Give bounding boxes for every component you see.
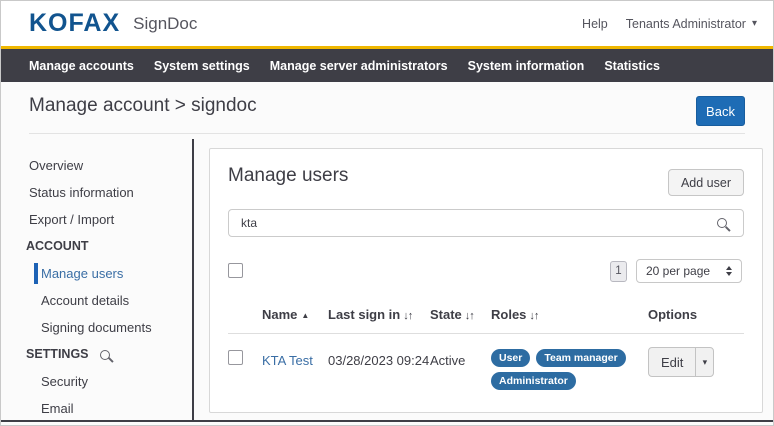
search-input[interactable] [229, 210, 743, 236]
user-menu-label: Tenants Administrator [626, 17, 746, 31]
table-header-divider [228, 333, 744, 334]
column-header-options-label: Options [648, 307, 697, 322]
top-header: KOFAX SignDoc Help Tenants Administrator… [1, 1, 773, 46]
column-header-last-sign-in[interactable]: Last sign in↓↑ [328, 307, 430, 322]
role-badge-user: User [491, 349, 530, 367]
sidebar-item-export-import[interactable]: Export / Import [1, 206, 193, 233]
state-cell: Active [430, 341, 491, 368]
column-header-state-label: State [430, 307, 462, 322]
app-window: KOFAX SignDoc Help Tenants Administrator… [0, 0, 774, 426]
edit-split-button: Edit ▾ [648, 347, 714, 377]
search-icon[interactable] [717, 218, 727, 228]
sidebar-item-status-information[interactable]: Status information [1, 179, 193, 206]
page-size-value: 20 per page [646, 264, 710, 278]
page-header: Manage account > signdoc Back [1, 82, 773, 134]
sidebar-item-security[interactable]: Security [1, 368, 193, 395]
sidebar-item-signing-documents[interactable]: Signing documents [1, 314, 193, 341]
user-name-link[interactable]: KTA Test [262, 353, 313, 368]
chevron-down-icon: ▾ [752, 18, 757, 29]
nav-item-system-information[interactable]: System information [468, 59, 585, 73]
column-header-roles-label: Roles [491, 307, 526, 322]
column-header-roles[interactable]: Roles↓↑ [491, 307, 648, 322]
column-header-name-label: Name [262, 307, 297, 322]
add-user-button[interactable]: Add user [668, 169, 744, 196]
sidebar-section-settings-label: SETTINGS [26, 341, 89, 368]
options-cell: Edit ▾ [648, 341, 762, 377]
page-size-select[interactable]: 20 per page [636, 259, 742, 283]
settings-search-icon[interactable] [100, 350, 110, 360]
row-checkbox-cell [228, 341, 262, 368]
name-cell: KTA Test [262, 341, 328, 368]
select-all-checkbox[interactable] [228, 263, 243, 278]
nav-item-system-settings[interactable]: System settings [154, 59, 250, 73]
sidebar-divider [192, 139, 194, 420]
panel-title: Manage users [228, 165, 348, 187]
sort-both-icon: ↓↑ [403, 307, 412, 322]
select-arrows-icon [726, 266, 732, 276]
sidebar-item-manage-users[interactable]: Manage users [1, 260, 193, 287]
sidebar-item-overview[interactable]: Overview [1, 152, 193, 179]
row-checkbox[interactable] [228, 350, 243, 365]
sort-both-icon: ↓↑ [465, 307, 474, 322]
table-header-row: Name▲ Last sign in↓↑ State↓↑ Roles↓↑ Opt… [210, 307, 762, 322]
sidebar: Overview Status information Export / Imp… [1, 134, 193, 422]
pagination: 1 20 per page [610, 259, 742, 283]
sidebar-item-email[interactable]: Email [1, 395, 193, 422]
user-search-box [228, 209, 744, 237]
header-checkbox-spacer [228, 307, 262, 322]
roles-cell: User Team manager Administrator [491, 341, 643, 390]
sidebar-item-account-details[interactable]: Account details [1, 287, 193, 314]
help-link[interactable]: Help [582, 17, 608, 31]
role-badge-team-manager: Team manager [536, 349, 625, 367]
user-menu[interactable]: Tenants Administrator ▾ [626, 17, 757, 31]
header-actions: Help Tenants Administrator ▾ [582, 17, 757, 31]
main-nav: Manage accounts System settings Manage s… [1, 49, 773, 82]
edit-button[interactable]: Edit [649, 348, 695, 376]
nav-item-manage-server-administrators[interactable]: Manage server administrators [270, 59, 448, 73]
back-button[interactable]: Back [696, 96, 745, 126]
sort-both-icon: ↓↑ [529, 307, 538, 322]
manage-users-panel: Manage users Add user 1 20 per page Name… [209, 148, 763, 413]
edit-dropdown-button[interactable]: ▾ [695, 348, 713, 376]
column-header-options: Options [648, 307, 762, 322]
sidebar-section-account: ACCOUNT [1, 233, 193, 260]
column-header-state[interactable]: State↓↑ [430, 307, 491, 322]
nav-item-manage-accounts[interactable]: Manage accounts [29, 59, 134, 73]
role-badge-administrator: Administrator [491, 372, 576, 390]
nav-item-statistics[interactable]: Statistics [604, 59, 660, 73]
chevron-down-icon: ▾ [703, 357, 708, 367]
page-title: Manage account > signdoc [29, 95, 257, 117]
window-bottom-edge [1, 420, 773, 422]
brand: KOFAX SignDoc [29, 9, 197, 38]
sidebar-section-settings: SETTINGS [1, 341, 193, 368]
pagination-page-1-button[interactable]: 1 [610, 261, 627, 282]
table-row: KTA Test 03/28/2023 09:24 Active User Te… [210, 341, 762, 390]
column-header-name[interactable]: Name ▲ [262, 307, 328, 322]
sort-ascending-icon: ▲ [301, 311, 309, 320]
kofax-logo: KOFAX [29, 9, 120, 38]
last-sign-in-cell: 03/28/2023 09:24 [328, 341, 430, 368]
product-name: SignDoc [133, 14, 197, 34]
column-header-last-sign-in-label: Last sign in [328, 307, 400, 322]
